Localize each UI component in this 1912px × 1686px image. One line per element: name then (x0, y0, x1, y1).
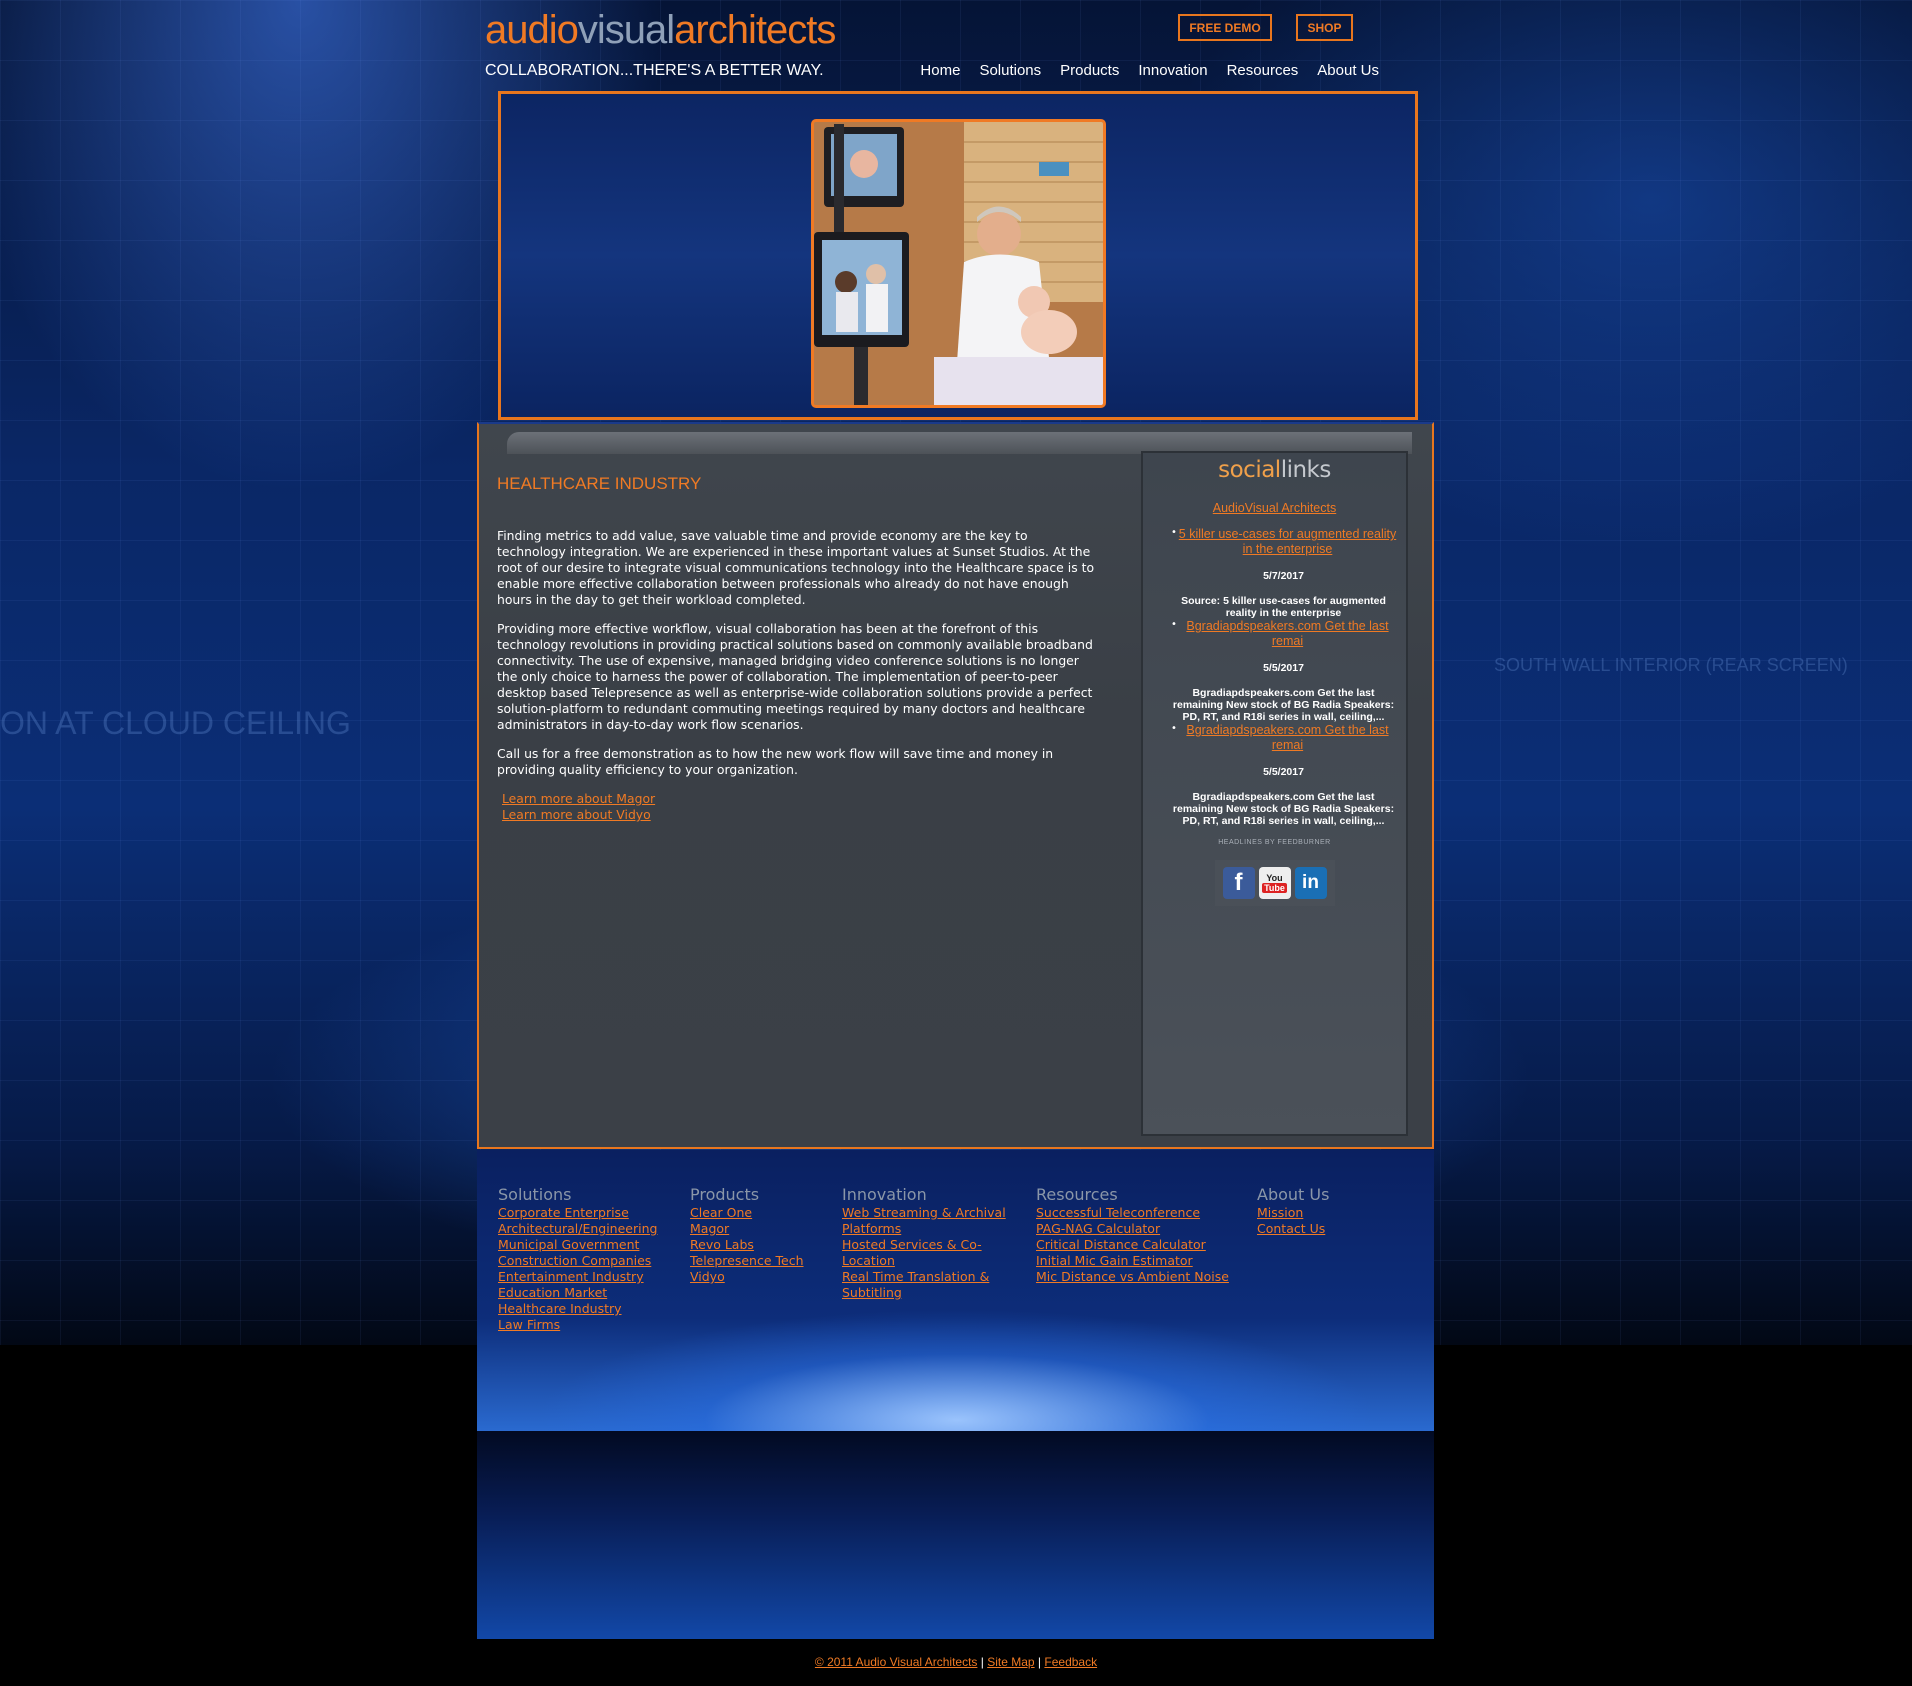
footer-column-about-us: About Us Mission Contact Us (1257, 1185, 1329, 1237)
footer-link[interactable]: Successful Teleconference (1036, 1205, 1229, 1221)
nav-about-us[interactable]: About Us (1317, 62, 1379, 79)
logo-part-architects: architects (674, 8, 836, 52)
facebook-glyph: f (1234, 869, 1243, 896)
bullet-icon: • (1171, 723, 1177, 734)
nav-products[interactable]: Products (1060, 62, 1119, 79)
youtube-icon[interactable]: You Tube (1258, 867, 1291, 899)
logo-part-visual: visual (577, 8, 675, 52)
nav-innovation[interactable]: Innovation (1138, 62, 1207, 79)
footer-link[interactable]: Mission (1257, 1205, 1329, 1221)
site-logo[interactable]: audiovisualarchitects (485, 8, 836, 53)
footer-column-products: Products Clear One Magor Revo Labs Telep… (690, 1185, 804, 1285)
blueprint-label-right: SOUTH WALL INTERIOR (REAR SCREEN) (1494, 655, 1848, 675)
main-column: HEALTHCARE INDUSTRY Finding metrics to a… (497, 474, 1097, 823)
footer-link[interactable]: Law Firms (498, 1317, 657, 1333)
logo-part-audio: audio (485, 8, 579, 52)
social-links-sidebar: sociallinks AudioVisual Architects • 5 k… (1141, 451, 1408, 1136)
youtube-tube-text: Tube (1262, 883, 1287, 893)
footer-link[interactable]: Clear One (690, 1205, 804, 1221)
nav-home[interactable]: Home (920, 62, 960, 79)
footer-link[interactable]: Web Streaming & Archival Platforms (842, 1205, 1017, 1237)
footer-heading: About Us (1257, 1185, 1330, 1204)
site-tagline: COLLABORATION...THERE'S A BETTER WAY. (485, 62, 824, 79)
nav-solutions[interactable]: Solutions (979, 62, 1041, 79)
feed-item: • Bgradiapdspeakers.com Get the last rem… (1167, 619, 1400, 723)
feed-item-description: Source: 5 killer use-cases for augmented… (1181, 595, 1386, 619)
bullet-icon: • (1171, 619, 1177, 630)
linkedin-icon[interactable]: in (1294, 867, 1327, 899)
footer-column-innovation: Innovation Web Streaming & Archival Plat… (842, 1185, 1017, 1301)
feed-item: • Bgradiapdspeakers.com Get the last rem… (1167, 723, 1400, 827)
feed-item-date: 5/5/2017 (1263, 766, 1304, 778)
content-area: HEALTHCARE INDUSTRY Finding metrics to a… (477, 422, 1434, 1149)
shop-button[interactable]: SHOP (1296, 14, 1353, 41)
bullet-icon: • (1171, 527, 1177, 538)
footer-link[interactable]: Healthcare Industry (498, 1301, 657, 1317)
learn-more-magor-link[interactable]: Learn more about Magor (502, 791, 1097, 807)
footer-link[interactable]: Corporate Enterprise (498, 1205, 657, 1221)
footer-heading: Innovation (842, 1185, 927, 1204)
footer-link[interactable]: Vidyo (690, 1269, 804, 1285)
feed-title-link[interactable]: AudioVisual Architects (1143, 501, 1406, 515)
feed-item-description: Bgradiapdspeakers.com Get the last remai… (1172, 687, 1395, 723)
page-title: HEALTHCARE INDUSTRY (497, 474, 702, 493)
footer-link[interactable]: Mic Distance vs Ambient Noise (1036, 1269, 1229, 1285)
learn-more-vidyo-link[interactable]: Learn more about Vidyo (502, 807, 1097, 823)
footer-heading: Solutions (498, 1185, 572, 1204)
nav-resources[interactable]: Resources (1227, 62, 1299, 79)
footer-link[interactable]: Construction Companies (498, 1253, 657, 1269)
social-icons: f You Tube in (1214, 860, 1335, 906)
footer-column-solutions: Solutions Corporate Enterprise Architect… (498, 1185, 657, 1333)
feed-list: • 5 killer use-cases for augmented reali… (1143, 527, 1406, 827)
footer-link[interactable]: Initial Mic Gain Estimator (1036, 1253, 1229, 1269)
lower-glow-panel (477, 1431, 1434, 1639)
intro-paragraph: Finding metrics to add value, save valua… (497, 528, 1095, 607)
workflow-paragraph: Providing more effective workflow, visua… (497, 621, 1093, 732)
copyright-bar: © 2011 Audio Visual Architects | Site Ma… (0, 1655, 1912, 1669)
site-map-link[interactable]: Site Map (987, 1655, 1034, 1669)
youtube-you-text: You (1266, 873, 1283, 883)
footer-heading: Resources (1036, 1185, 1118, 1204)
footer-heading: Products (690, 1185, 760, 1204)
call-to-action-paragraph: Call us for a free demonstration as to h… (497, 746, 1054, 777)
feed-item: • 5 killer use-cases for augmented reali… (1167, 527, 1400, 619)
healthcare-telepresence-photo (811, 119, 1106, 408)
footer-link[interactable]: Hosted Services & Co-Location (842, 1237, 1017, 1269)
footer-link[interactable]: Entertainment Industry (498, 1269, 657, 1285)
social-title-part2: links (1280, 457, 1332, 483)
linkedin-glyph: in (1302, 872, 1319, 893)
footer-link[interactable]: Real Time Translation & Subtitling (842, 1269, 1017, 1301)
footer-link[interactable]: Critical Distance Calculator (1036, 1237, 1229, 1253)
main-nav: Home Solutions Products Innovation Resou… (920, 62, 1379, 79)
feed-item-link[interactable]: Bgradiapdspeakers.com Get the last remai (1167, 723, 1400, 753)
feed-item-link[interactable]: Bgradiapdspeakers.com Get the last remai (1167, 619, 1400, 649)
footer-link[interactable]: Municipal Government (498, 1237, 657, 1253)
facebook-icon[interactable]: f (1222, 867, 1255, 899)
footer-link[interactable]: Revo Labs (690, 1237, 804, 1253)
footer-link[interactable]: Architectural/Engineering (498, 1221, 657, 1237)
feedburner-badge[interactable]: HEADLINES BY FEEDBURNER (1143, 839, 1406, 846)
feed-item-description: Bgradiapdspeakers.com Get the last remai… (1172, 791, 1395, 827)
separator: | (980, 1655, 984, 1669)
feed-item-link[interactable]: 5 killer use-cases for augmented reality… (1167, 527, 1400, 557)
footer-link[interactable]: PAG-NAG Calculator (1036, 1221, 1229, 1237)
footer-column-resources: Resources Successful Teleconference PAG-… (1036, 1185, 1229, 1285)
feed-item-date: 5/7/2017 (1263, 570, 1304, 582)
footer-link[interactable]: Education Market (498, 1285, 657, 1301)
free-demo-button[interactable]: FREE DEMO (1178, 14, 1272, 41)
photo-illustration (814, 122, 1103, 405)
feedback-link[interactable]: Feedback (1044, 1655, 1097, 1669)
separator: | (1037, 1655, 1042, 1669)
footer-link[interactable]: Magor (690, 1221, 804, 1237)
footer-links: Solutions Corporate Enterprise Architect… (477, 1150, 1434, 1431)
feed-item-date: 5/5/2017 (1263, 662, 1304, 674)
footer-link[interactable]: Contact Us (1257, 1221, 1329, 1237)
hero-banner (498, 91, 1418, 420)
social-title-part1: social (1218, 457, 1281, 483)
footer-link[interactable]: Telepresence Tech (690, 1253, 804, 1269)
social-links-title: sociallinks (1143, 457, 1406, 483)
learn-more-links: Learn more about Magor Learn more about … (497, 791, 1097, 823)
copyright-link[interactable]: © 2011 Audio Visual Architects (815, 1655, 978, 1669)
blueprint-label-left: ON AT CLOUD CEILING (0, 705, 351, 741)
